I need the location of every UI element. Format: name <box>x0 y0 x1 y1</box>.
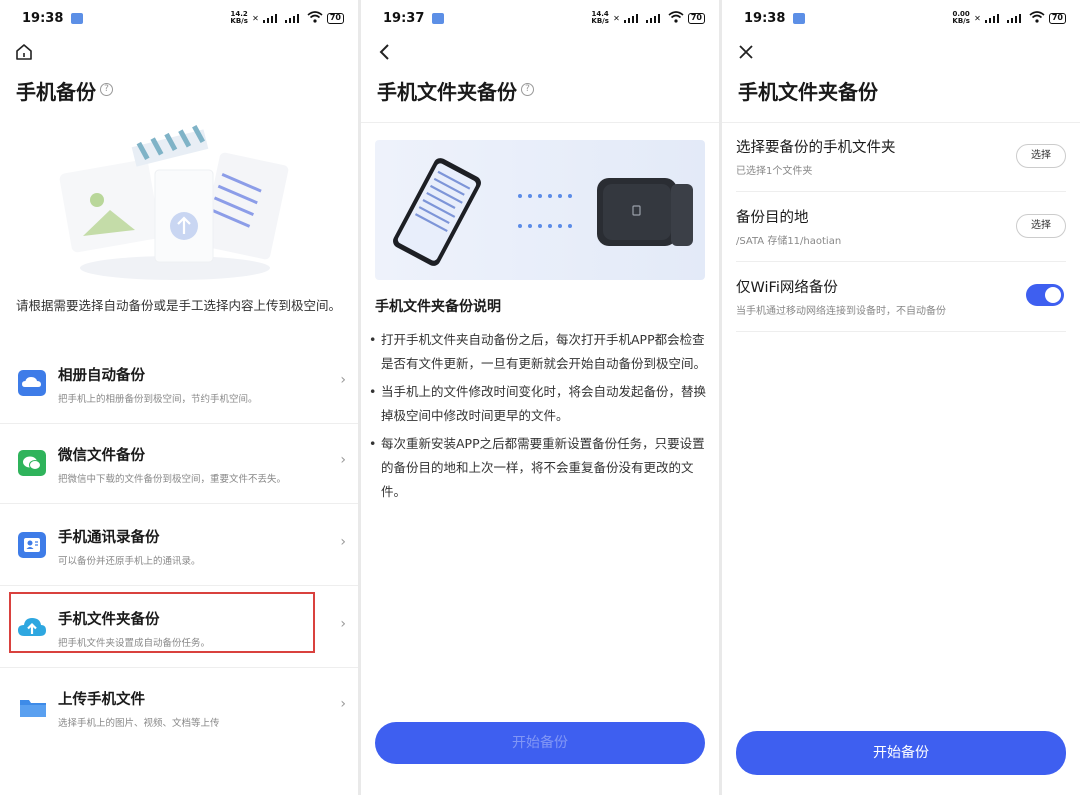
row-title: 选择要备份的手机文件夹 <box>736 140 896 156</box>
wifi-icon <box>307 11 323 25</box>
app-notification-icon <box>71 12 84 24</box>
page-description: 请根据需要选择自动备份或是手工选择内容上传到极空间。 <box>16 298 342 313</box>
screen-folder-backup-info: 19:37 14.4 KB/s ✕ 70 手机文件夹备份? 手机文件夹备份说明 … <box>361 0 719 795</box>
chevron-right-icon: › <box>340 534 346 550</box>
app-notification-icon <box>793 12 806 24</box>
status-bar: 19:38 0.00 KB/s ✕ 70 <box>722 0 1080 36</box>
section-title: 手机文件夹备份说明 <box>375 299 501 315</box>
status-bar: 19:38 14.2 KB/s ✕ 70 <box>0 0 358 36</box>
mute-icon: ✕ <box>974 13 981 23</box>
signal-icon-2 <box>284 13 303 23</box>
row-backup-destination[interactable]: 备份目的地 /SATA 存储11/haotian 选择 <box>736 192 1066 262</box>
screen-phone-backup: 19:38 14.2 KB/s ✕ 70 手机备份? 请根据需要选择自动备份或是… <box>0 0 358 795</box>
instruction-item: 当手机上的文件修改时间变化时，将会自动发起备份，替换掉极空间中修改时间更早的文件… <box>369 380 713 428</box>
page-title-text: 手机文件夹备份 <box>377 80 517 104</box>
select-folder-button[interactable]: 选择 <box>1016 144 1066 168</box>
network-speed: 14.4 KB/s <box>591 10 609 25</box>
list-item-title: 微信文件备份 <box>58 448 145 464</box>
back-icon[interactable] <box>375 42 397 64</box>
photo-cloud-icon <box>18 370 46 396</box>
start-backup-button[interactable]: 开始备份 <box>736 731 1066 775</box>
close-icon[interactable] <box>736 42 758 64</box>
page-title: 手机备份? <box>16 76 113 105</box>
start-backup-button-disabled[interactable]: 开始备份 <box>375 722 705 764</box>
mute-icon: ✕ <box>613 13 620 23</box>
list-item-title: 手机通讯录备份 <box>58 530 160 546</box>
header-divider <box>361 122 719 123</box>
wechat-icon <box>18 450 46 476</box>
wifi-only-toggle[interactable] <box>1026 284 1064 306</box>
list-item-subtitle: 可以备份并还原手机上的通讯录。 <box>58 556 201 567</box>
page-title: 手机文件夹备份 <box>738 80 878 104</box>
signal-icon <box>623 13 642 23</box>
status-time: 19:38 <box>22 10 64 26</box>
phone-to-nas-illustration <box>375 140 705 280</box>
backup-instructions-list: 打开手机文件夹自动备份之后，每次打开手机APP都会检查是否有文件更新，一旦有更新… <box>369 328 713 508</box>
status-time: 19:37 <box>383 10 425 26</box>
signal-icon <box>262 13 281 23</box>
list-item-subtitle: 选择手机上的图片、视频、文档等上传 <box>58 718 220 729</box>
chevron-right-icon: › <box>340 372 346 388</box>
app-notification-icon <box>432 12 445 24</box>
screen-folder-backup-settings: 19:38 0.00 KB/s ✕ 70 手机文件夹备份 选择要备份的手机文件夹… <box>722 0 1080 795</box>
signal-icon <box>984 13 1003 23</box>
chevron-right-icon: › <box>340 616 346 632</box>
network-speed: 14.2 KB/s <box>230 10 248 25</box>
chevron-right-icon: › <box>340 696 346 712</box>
list-item-album-backup[interactable]: 相册自动备份 把手机上的相册备份到极空间，节约手机空间。 › <box>0 344 358 424</box>
signal-icon-2 <box>1006 13 1025 23</box>
row-wifi-only: 仅WiFi网络备份 当手机通过移动网络连接到设备时，不自动备份 <box>736 262 1066 332</box>
battery-indicator: 70 <box>1048 12 1066 24</box>
folder-icon <box>18 694 48 720</box>
battery-indicator: 70 <box>326 12 344 24</box>
status-bar: 19:37 14.4 KB/s ✕ 70 <box>361 0 719 36</box>
backup-illustration <box>55 118 295 288</box>
status-time: 19:38 <box>744 10 786 26</box>
row-subtitle: 当手机通过移动网络连接到设备时，不自动备份 <box>736 306 946 317</box>
list-item-contacts-backup[interactable]: 手机通讯录备份 可以备份并还原手机上的通讯录。 › <box>0 506 358 586</box>
wifi-icon <box>668 11 684 25</box>
select-destination-button[interactable]: 选择 <box>1016 214 1066 238</box>
instruction-item: 打开手机文件夹自动备份之后，每次打开手机APP都会检查是否有文件更新，一旦有更新… <box>369 328 713 376</box>
page-title: 手机文件夹备份? <box>377 76 534 105</box>
help-icon[interactable]: ? <box>100 83 113 97</box>
home-icon[interactable] <box>14 42 36 64</box>
contacts-icon <box>18 532 46 558</box>
help-icon[interactable]: ? <box>521 83 534 97</box>
list-item-upload-files[interactable]: 上传手机文件 选择手机上的图片、视频、文档等上传 › <box>0 668 358 748</box>
toggle-knob <box>1045 287 1061 303</box>
chevron-right-icon: › <box>340 452 346 468</box>
signal-icon-2 <box>645 13 664 23</box>
mute-icon: ✕ <box>252 13 259 23</box>
network-speed: 0.00 KB/s <box>952 10 970 25</box>
row-title: 仅WiFi网络备份 <box>736 280 838 296</box>
list-item-title: 上传手机文件 <box>58 692 145 708</box>
instruction-item: 每次重新安装APP之后都需要重新设置备份任务，只要设置的备份目的地和上次一样，将… <box>369 432 713 504</box>
highlight-box <box>9 592 315 653</box>
row-title: 备份目的地 <box>736 210 809 226</box>
list-item-subtitle: 把手机上的相册备份到极空间，节约手机空间。 <box>58 394 258 405</box>
list-item-subtitle: 把微信中下载的文件备份到极空间，重要文件不丢失。 <box>58 474 287 485</box>
battery-indicator: 70 <box>687 12 705 24</box>
page-title-text: 手机备份 <box>16 80 96 104</box>
wifi-icon <box>1029 11 1045 25</box>
row-select-folder[interactable]: 选择要备份的手机文件夹 已选择1个文件夹 选择 <box>736 122 1066 192</box>
list-item-wechat-backup[interactable]: 微信文件备份 把微信中下载的文件备份到极空间，重要文件不丢失。 › <box>0 424 358 504</box>
row-subtitle: 已选择1个文件夹 <box>736 166 813 177</box>
list-item-title: 相册自动备份 <box>58 368 145 384</box>
row-subtitle: /SATA 存储11/haotian <box>736 236 842 247</box>
